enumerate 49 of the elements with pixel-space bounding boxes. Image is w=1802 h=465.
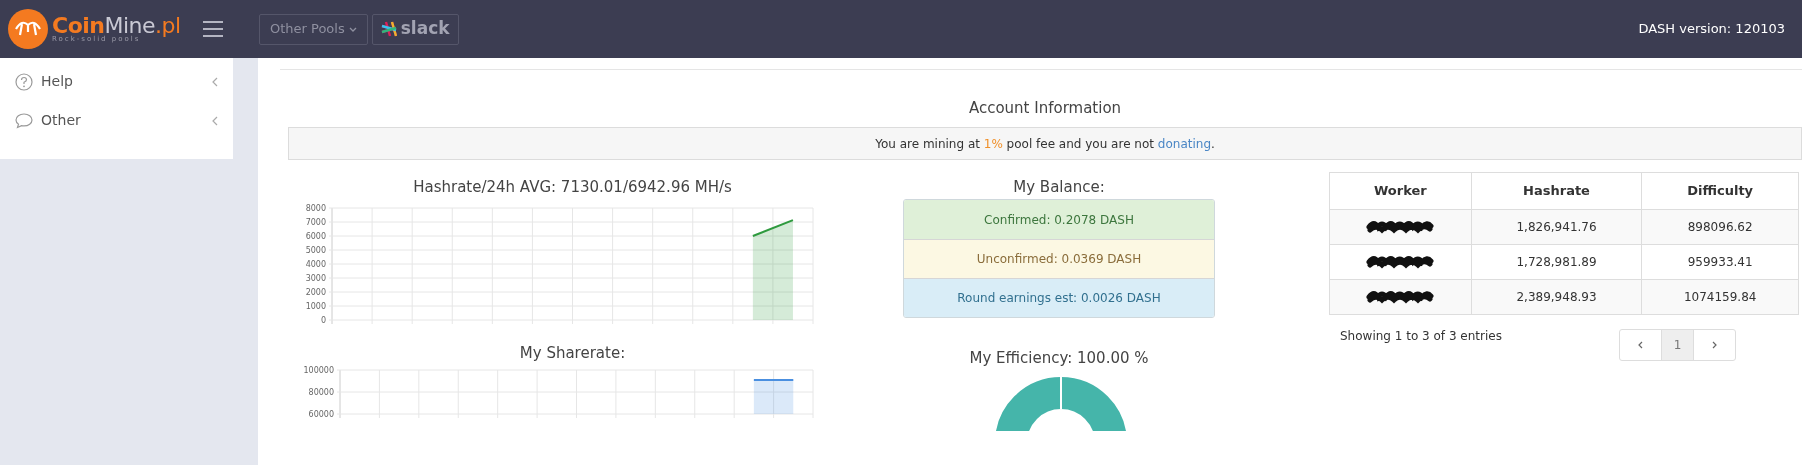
caret-icon: [348, 26, 357, 32]
axis-label: 7000: [305, 218, 326, 227]
balance-title: My Balance:: [1012, 177, 1106, 198]
table-cell: 1,728,981.89: [1471, 244, 1642, 280]
logo-text: CoinMine.pl: [52, 15, 181, 37]
logo-icon: [8, 9, 48, 49]
section-title: Account Information: [967, 98, 1123, 118]
menu-icon: [203, 21, 223, 37]
table-cell: 1074159.84: [1641, 279, 1799, 315]
balance-row: Unconfirmed: 0.0369 DASH: [904, 239, 1214, 278]
column-header[interactable]: Hashrate: [1471, 172, 1642, 210]
table-cell: 898096.62: [1641, 209, 1799, 245]
axis-label: 3000: [305, 274, 326, 283]
table-cell: 2,389,948.93: [1471, 279, 1642, 315]
fee-notice: You are mining at 1% pool fee and you are not donating.: [875, 135, 1215, 153]
balance-row: Round earnings est: 0.0026 DASH: [904, 278, 1214, 317]
speech-bubble-icon: [15, 112, 33, 129]
axis-label: 0: [320, 316, 326, 324]
axis-label: 5000: [305, 246, 326, 255]
axis-label: 2000: [305, 288, 326, 297]
chevron-icon: [212, 76, 218, 87]
column-header[interactable]: Difficulty: [1641, 172, 1799, 210]
sidebar-item[interactable]: Other: [0, 101, 233, 140]
sidebar-item[interactable]: Help: [0, 62, 233, 101]
slack-button[interactable]: slack: [371, 13, 459, 45]
axis-label: 1000: [305, 302, 326, 311]
slack-logo-icon: [380, 21, 397, 37]
chart-title: My Sharerate:: [518, 343, 627, 364]
donating-link[interactable]: donating: [1157, 136, 1211, 151]
axis-label: 60000: [308, 410, 334, 419]
chevron-right-icon: [1712, 341, 1717, 349]
chevron-icon: [212, 115, 218, 126]
axis-label: 6000: [305, 232, 326, 241]
axis-label: 80000: [308, 388, 334, 397]
table-cell: 1,826,941.76: [1471, 209, 1642, 245]
axis-label: 8000: [305, 204, 326, 213]
area-series: [752, 378, 795, 414]
axis-label: 100000: [303, 366, 334, 375]
entries-info: Showing 1 to 3 of 3 entries: [1339, 328, 1503, 345]
axis-label: 4000: [305, 260, 326, 269]
efficiency-title: My Efficiency: 100.00 %: [968, 348, 1150, 369]
page-button[interactable]: 1: [1661, 330, 1694, 360]
chevron-left-icon: [1638, 341, 1643, 349]
balance-row: Confirmed: 0.2078 DASH: [904, 200, 1214, 239]
table-cell: 959933.41: [1641, 244, 1799, 280]
help-icon: [15, 72, 33, 91]
column-header[interactable]: Worker: [1329, 172, 1472, 210]
chart-title: Hashrate/24h AVG: 7130.01/6942.96 MH/s: [412, 177, 733, 198]
version-text: DASH version: 120103: [1638, 20, 1786, 39]
